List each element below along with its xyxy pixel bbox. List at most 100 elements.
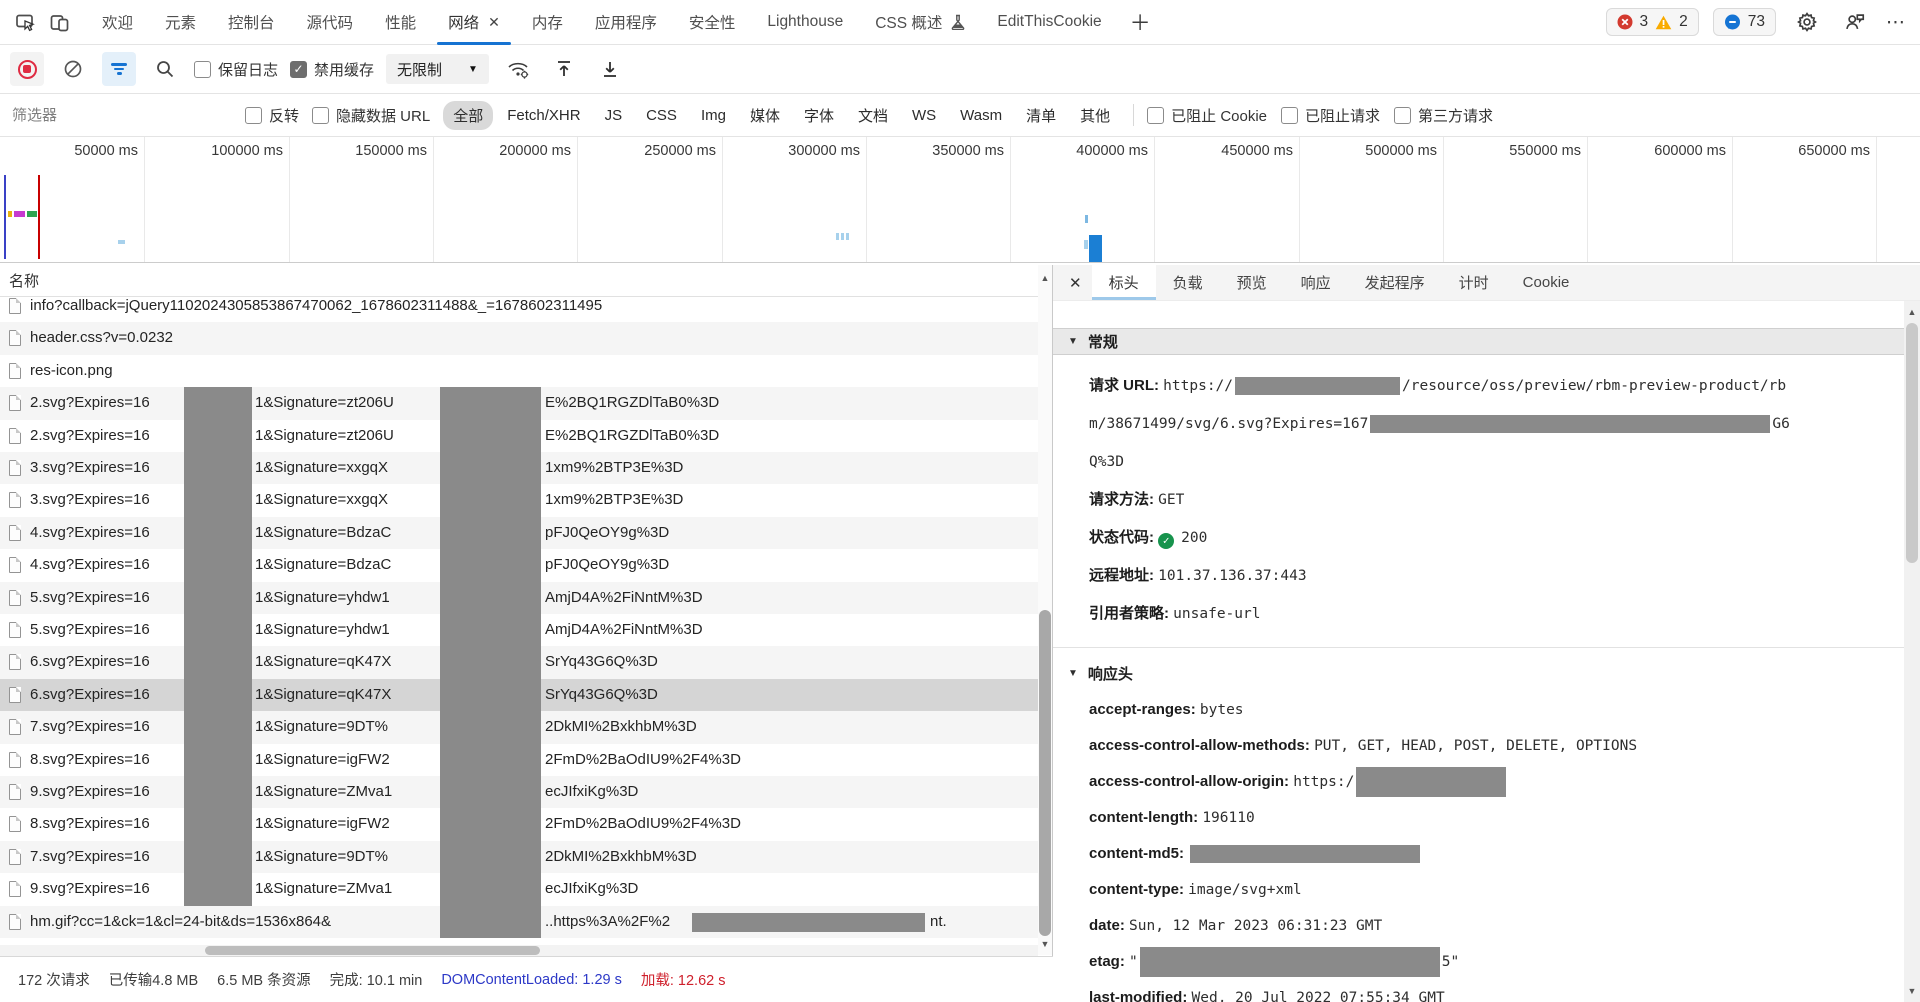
name-column-header[interactable]: 名称 xyxy=(0,265,1052,297)
detail-scrollbar[interactable]: ▲ ▼ xyxy=(1904,301,1920,1002)
timeline-bar xyxy=(1085,215,1088,223)
request-name-text: nt. xyxy=(930,906,947,938)
scroll-up-icon[interactable]: ▲ xyxy=(1038,273,1052,283)
more-tools-button[interactable]: ＋ xyxy=(1118,7,1163,37)
request-row[interactable]: info?callback=jQuery11020243058538674700… xyxy=(0,298,1038,322)
detail-tab-计时[interactable]: 计时 xyxy=(1442,265,1506,300)
feedback-icon[interactable] xyxy=(1838,5,1872,39)
request-row[interactable]: header.css?v=0.0232 xyxy=(0,322,1038,354)
timeline-dcl-line xyxy=(4,175,6,259)
header-field-value: Sun, 12 Mar 2023 06:31:23 GMT xyxy=(1129,918,1382,934)
invert-checkbox[interactable] xyxy=(245,107,262,124)
header-field: 请求方法: GET xyxy=(1089,481,1884,519)
hide-data-url-checkbox[interactable] xyxy=(312,107,329,124)
tab-应用程序[interactable]: 应用程序 xyxy=(579,0,673,45)
timeline-bar xyxy=(1089,235,1102,262)
tab-内存[interactable]: 内存 xyxy=(516,0,579,45)
detail-tab-标头[interactable]: 标头 xyxy=(1092,265,1156,300)
filter-checkbox[interactable] xyxy=(1281,107,1298,124)
filter-pill-CSS[interactable]: CSS xyxy=(636,103,687,128)
issues-badge[interactable]: 3 2 xyxy=(1606,8,1699,36)
scrollbar-thumb[interactable] xyxy=(1039,610,1051,936)
preserve-log-checkbox[interactable] xyxy=(194,61,211,78)
scroll-down-icon[interactable]: ▼ xyxy=(1038,939,1052,949)
scroll-down-icon[interactable]: ▼ xyxy=(1904,986,1920,996)
filter-pill-全部[interactable]: 全部 xyxy=(443,101,493,130)
filter-pill-清单[interactable]: 清单 xyxy=(1016,101,1066,130)
messages-badge[interactable]: 73 xyxy=(1713,8,1776,36)
filter-input[interactable] xyxy=(12,102,232,128)
tab-Lighthouse[interactable]: Lighthouse xyxy=(751,0,859,45)
filter-pill-Wasm[interactable]: Wasm xyxy=(950,103,1012,128)
throttling-select[interactable]: 无限制 ▼ xyxy=(386,54,489,84)
hide-data-url-toggle[interactable]: 隐藏数据 URL xyxy=(312,105,430,126)
filter-pill-文档[interactable]: 文档 xyxy=(848,101,898,130)
tab-网络[interactable]: 网络✕ xyxy=(432,0,516,45)
network-conditions-button[interactable] xyxy=(501,52,535,86)
settings-gear-icon[interactable] xyxy=(1790,5,1824,39)
record-button[interactable] xyxy=(10,52,44,86)
disable-cache-checkbox[interactable]: ✓ xyxy=(290,61,307,78)
inspect-element-icon[interactable] xyxy=(8,5,42,39)
filter-pill-Img[interactable]: Img xyxy=(691,103,736,128)
detail-tab-预览[interactable]: 预览 xyxy=(1220,265,1284,300)
detail-tab-发起程序[interactable]: 发起程序 xyxy=(1348,265,1442,300)
request-row[interactable]: res-icon.png xyxy=(0,355,1038,387)
request-list-scrollbar[interactable]: ▲ ▼ xyxy=(1038,265,1052,955)
scroll-up-icon[interactable]: ▲ xyxy=(1904,307,1920,317)
tab-EditThisCookie[interactable]: EditThisCookie xyxy=(981,0,1117,45)
redaction-bar xyxy=(184,387,252,906)
clear-button[interactable] xyxy=(56,52,90,86)
filter-checkbox[interactable] xyxy=(1394,107,1411,124)
filter-pill-WS[interactable]: WS xyxy=(902,103,946,128)
tab-CSS 概述[interactable]: CSS 概述 xyxy=(859,0,981,45)
more-options-icon[interactable]: ⋯ xyxy=(1886,11,1906,34)
export-har-button[interactable] xyxy=(593,52,627,86)
header-field: content-type: image/svg+xml xyxy=(1089,872,1884,908)
filter-pill-JS[interactable]: JS xyxy=(595,103,633,128)
import-har-button[interactable] xyxy=(547,52,581,86)
request-name-text: 3.svg?Expires=16 xyxy=(30,484,150,516)
collapse-icon: ▼ xyxy=(1068,668,1078,679)
request-name-text: 6.svg?Expires=16 xyxy=(30,679,150,711)
hscrollbar-thumb[interactable] xyxy=(205,946,540,955)
request-name-text: 1&Signature=xxgqX xyxy=(255,452,388,484)
close-detail-icon[interactable]: ✕ xyxy=(1053,265,1092,300)
filter-pill-其他[interactable]: 其他 xyxy=(1070,101,1120,130)
disable-cache-toggle[interactable]: ✓ 禁用缓存 xyxy=(290,59,374,80)
resource-type-filters: 全部Fetch/XHRJSCSSImg媒体字体文档WSWasm清单其他 xyxy=(443,101,1120,130)
network-overview-timeline[interactable]: 50000 ms100000 ms150000 ms200000 ms25000… xyxy=(0,137,1920,263)
detail-tab-响应[interactable]: 响应 xyxy=(1284,265,1348,300)
filter-toggle-已阻止请求[interactable]: 已阻止请求 xyxy=(1281,105,1380,126)
tab-性能[interactable]: 性能 xyxy=(369,0,432,45)
network-main: 名称 info?callback=jQuery11020243058538674… xyxy=(0,265,1920,1002)
close-tab-icon[interactable]: ✕ xyxy=(488,14,500,31)
filter-pill-媒体[interactable]: 媒体 xyxy=(740,101,790,130)
invert-filter-toggle[interactable]: 反转 xyxy=(245,105,299,126)
tab-源代码[interactable]: 源代码 xyxy=(291,0,370,45)
filter-checkbox-label: 第三方请求 xyxy=(1418,105,1493,126)
detail-tab-负载[interactable]: 负载 xyxy=(1156,265,1220,300)
tab-元素[interactable]: 元素 xyxy=(149,0,212,45)
scrollbar-thumb[interactable] xyxy=(1906,323,1918,563)
filter-toggle-第三方请求[interactable]: 第三方请求 xyxy=(1394,105,1493,126)
filter-pill-Fetch/XHR[interactable]: Fetch/XHR xyxy=(497,103,590,128)
tab-欢迎[interactable]: 欢迎 xyxy=(86,0,149,45)
filter-pill-字体[interactable]: 字体 xyxy=(794,101,844,130)
tab-label: Lighthouse xyxy=(767,13,843,31)
response-headers-section-header[interactable]: ▼ 响应头 xyxy=(1053,648,1904,688)
general-section-header[interactable]: ▼ 常规 xyxy=(1053,328,1904,355)
filter-checkbox[interactable] xyxy=(1147,107,1164,124)
request-name-text: 7.svg?Expires=16 xyxy=(30,711,150,743)
preserve-log-toggle[interactable]: 保留日志 xyxy=(194,59,278,80)
request-name-text: AmjD4A%2FiNntM%3D xyxy=(545,614,703,646)
request-list-hscrollbar[interactable] xyxy=(0,945,1038,956)
tab-安全性[interactable]: 安全性 xyxy=(673,0,752,45)
filter-toggle-已阻止 Cookie[interactable]: 已阻止 Cookie xyxy=(1147,105,1267,126)
request-name-text: 7.svg?Expires=16 xyxy=(30,841,150,873)
device-toolbar-icon[interactable] xyxy=(42,5,76,39)
tab-控制台[interactable]: 控制台 xyxy=(212,0,291,45)
detail-tab-Cookie[interactable]: Cookie xyxy=(1506,265,1587,300)
search-button[interactable] xyxy=(148,52,182,86)
filter-button[interactable] xyxy=(102,52,136,86)
